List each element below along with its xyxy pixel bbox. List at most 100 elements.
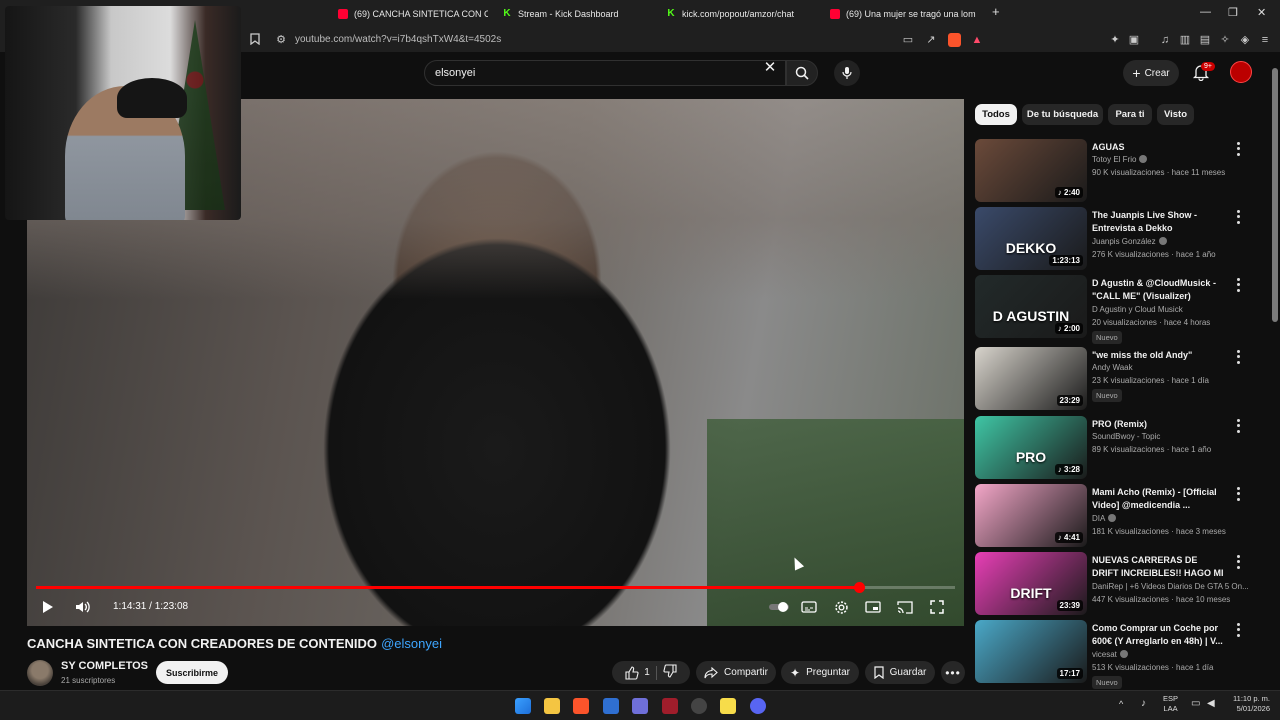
page-scrollbar[interactable] [1270, 52, 1280, 690]
search-box[interactable] [424, 60, 786, 86]
recommendation-channel[interactable]: vicesat [1092, 650, 1128, 659]
fullscreen-button[interactable] [927, 597, 947, 617]
bookmark-icon[interactable] [248, 33, 262, 47]
leo-ai-icon[interactable]: ✧ [1218, 33, 1232, 47]
create-button[interactable]: + Crear [1123, 60, 1179, 86]
recommendation-card[interactable]: ♪ 2:40 AGUAS Totoy El Frio 90 K visualizaci… [975, 139, 1255, 203]
channel-name[interactable]: SY COMPLETOS [61, 660, 148, 672]
file-explorer-icon[interactable] [544, 698, 560, 714]
network-icon[interactable]: ▭ [1191, 698, 1200, 709]
recommendation-card[interactable]: DRIFT 23:39 NUEVAS CARRERAS DE DRIFT INCRE… [975, 552, 1255, 616]
video-thumbnail[interactable]: 23:29 [975, 347, 1087, 410]
recommendation-channel[interactable]: Andy Waak [1092, 363, 1133, 372]
store-icon[interactable] [603, 698, 619, 714]
recommendation-channel[interactable]: DIA [1092, 514, 1117, 523]
video-thumbnail[interactable]: PRO ♪ 3:28 [975, 416, 1087, 479]
minimize-icon[interactable]: — [1200, 6, 1211, 18]
system-clock[interactable]: 11:10 p. m. 5/01/2026 [1226, 694, 1270, 714]
rewards-icon[interactable]: ▲ [970, 33, 984, 47]
ask-button[interactable]: ✦ Preguntar [781, 661, 859, 684]
more-vertical-icon[interactable] [1233, 141, 1243, 157]
brave-shield-icon[interactable] [948, 33, 961, 47]
recommendation-channel[interactable]: DaniRep | +6 Videos Diarios De GTA 5 On.… [1092, 582, 1249, 591]
cast-icon[interactable]: ▭ [901, 33, 915, 47]
browser-tab-kick-dashboard[interactable]: K Stream - Kick Dashboard [502, 4, 652, 24]
clear-search-icon[interactable]: ✕ [762, 60, 778, 76]
recommendation-channel[interactable]: SoundBwoy - Topic [1092, 432, 1160, 441]
like-button[interactable]: 1 [625, 665, 650, 680]
search-button[interactable] [786, 60, 818, 86]
cast-button[interactable] [895, 597, 915, 617]
play-button[interactable] [38, 597, 58, 617]
recommendation-title[interactable]: NUEVAS CARRERAS DE DRIFT INCREIBLES!! HA… [1092, 554, 1224, 580]
recommendation-card[interactable]: 17:17 Como Comprar un Coche por 600€ (Y A… [975, 620, 1255, 689]
video-thumbnail[interactable]: D AGUSTIN ♪ 2:00 [975, 275, 1087, 338]
recommendation-title[interactable]: Como Comprar un Coche por 600€ (Y Arregl… [1092, 622, 1224, 648]
site-settings-icon[interactable]: ⚙ [274, 33, 288, 47]
save-button[interactable]: Guardar [865, 661, 935, 684]
recommendation-title[interactable]: D Agustin & @CloudMusick - "CALL ME" (Vi… [1092, 277, 1224, 303]
chip-watched[interactable]: Visto [1157, 104, 1194, 125]
share-button[interactable]: Compartir [696, 661, 776, 684]
browser-tab-youtube[interactable]: (69) Una mujer se tragó una lombriz [830, 4, 976, 24]
maximize-icon[interactable]: ❐ [1228, 6, 1238, 19]
new-tab-button[interactable]: + [992, 4, 1000, 19]
video-thumbnail[interactable]: DRIFT 23:39 [975, 552, 1087, 615]
volume-button[interactable] [73, 597, 93, 617]
more-vertical-icon[interactable] [1233, 209, 1243, 225]
chip-for-you[interactable]: Para ti [1108, 104, 1152, 125]
recommendation-title[interactable]: AGUAS [1092, 141, 1224, 154]
obs-icon[interactable] [691, 698, 707, 714]
recommendation-title[interactable]: The Juanpis Live Show - Entrevista a Dek… [1092, 209, 1224, 235]
more-vertical-icon[interactable] [1233, 622, 1243, 638]
wallet-icon[interactable]: ▤ [1198, 33, 1212, 47]
recommendation-channel[interactable]: D Agustin y Cloud Musick [1092, 305, 1183, 314]
account-avatar[interactable] [1230, 61, 1252, 83]
screenshot-icon[interactable]: ▣ [1127, 33, 1141, 47]
chip-from-search[interactable]: De tu búsqueda [1022, 104, 1103, 125]
miniplayer-button[interactable] [863, 597, 883, 617]
recommendation-channel[interactable]: Juanpis González [1092, 237, 1167, 246]
recommendation-title[interactable]: PRO (Remix) [1092, 418, 1224, 431]
video-thumbnail[interactable]: ♪ 2:40 [975, 139, 1087, 202]
video-thumbnail[interactable]: 17:17 [975, 620, 1087, 683]
tray-chevron-icon[interactable]: ^ [1119, 699, 1123, 709]
music-icon[interactable]: ♫ [1158, 33, 1172, 47]
menu-icon[interactable]: ≡ [1258, 33, 1272, 47]
microphone-tray-icon[interactable]: ♪ [1141, 698, 1146, 709]
more-vertical-icon[interactable] [1233, 277, 1243, 293]
url-field[interactable]: youtube.com/watch?v=i7b4qshTxW4&t=4502s [295, 34, 501, 45]
progress-bar[interactable] [36, 582, 955, 593]
autoplay-toggle[interactable] [767, 597, 791, 617]
scrollbar-thumb[interactable] [1272, 68, 1278, 322]
more-actions-button[interactable]: ••• [941, 661, 965, 684]
sticky-notes-icon[interactable] [720, 698, 736, 714]
vpn-icon[interactable]: ◈ [1238, 33, 1252, 47]
browser-tab-youtube-active[interactable]: (69) CANCHA SINTETICA CON CR ✕ [338, 4, 488, 24]
extensions-icon[interactable]: ✦ [1108, 33, 1122, 47]
input-language[interactable]: ESP LAA [1163, 694, 1178, 714]
voice-search-button[interactable] [834, 60, 860, 86]
speaker-icon[interactable]: ◀ [1207, 698, 1215, 709]
browser-tab-kick-chat[interactable]: K kick.com/popout/amzor/chat [666, 4, 816, 24]
gamepad-icon[interactable] [632, 698, 648, 714]
recommendation-card[interactable]: DEKKO 1:23:13 The Juanpis Live Show - Entr… [975, 207, 1255, 271]
channel-avatar[interactable] [27, 660, 53, 686]
recommendation-title[interactable]: Mami Acho (Remix) - [Official Video] @me… [1092, 486, 1224, 512]
media-app-icon[interactable] [662, 698, 678, 714]
recommendation-card[interactable]: PRO ♪ 3:28 PRO (Remix) SoundBwoy - Topic 89 … [975, 416, 1255, 480]
more-vertical-icon[interactable] [1233, 486, 1243, 502]
recommendation-channel[interactable]: Totoy El Frio [1092, 155, 1148, 164]
close-window-icon[interactable]: ✕ [1257, 6, 1266, 19]
chip-all[interactable]: Todos [975, 104, 1017, 125]
video-thumbnail[interactable]: ♪ 4:41 [975, 484, 1087, 547]
recommendation-card[interactable]: ♪ 4:41 Mami Acho (Remix) - [Official Vide… [975, 484, 1255, 548]
windows-start-icon[interactable] [515, 698, 531, 714]
subscribe-button[interactable]: Suscribirme [156, 661, 228, 684]
video-thumbnail[interactable]: DEKKO 1:23:13 [975, 207, 1087, 270]
search-input[interactable] [435, 67, 735, 79]
settings-button[interactable] [831, 597, 851, 617]
more-vertical-icon[interactable] [1233, 418, 1243, 434]
more-vertical-icon[interactable] [1233, 554, 1243, 570]
more-vertical-icon[interactable] [1233, 349, 1243, 365]
